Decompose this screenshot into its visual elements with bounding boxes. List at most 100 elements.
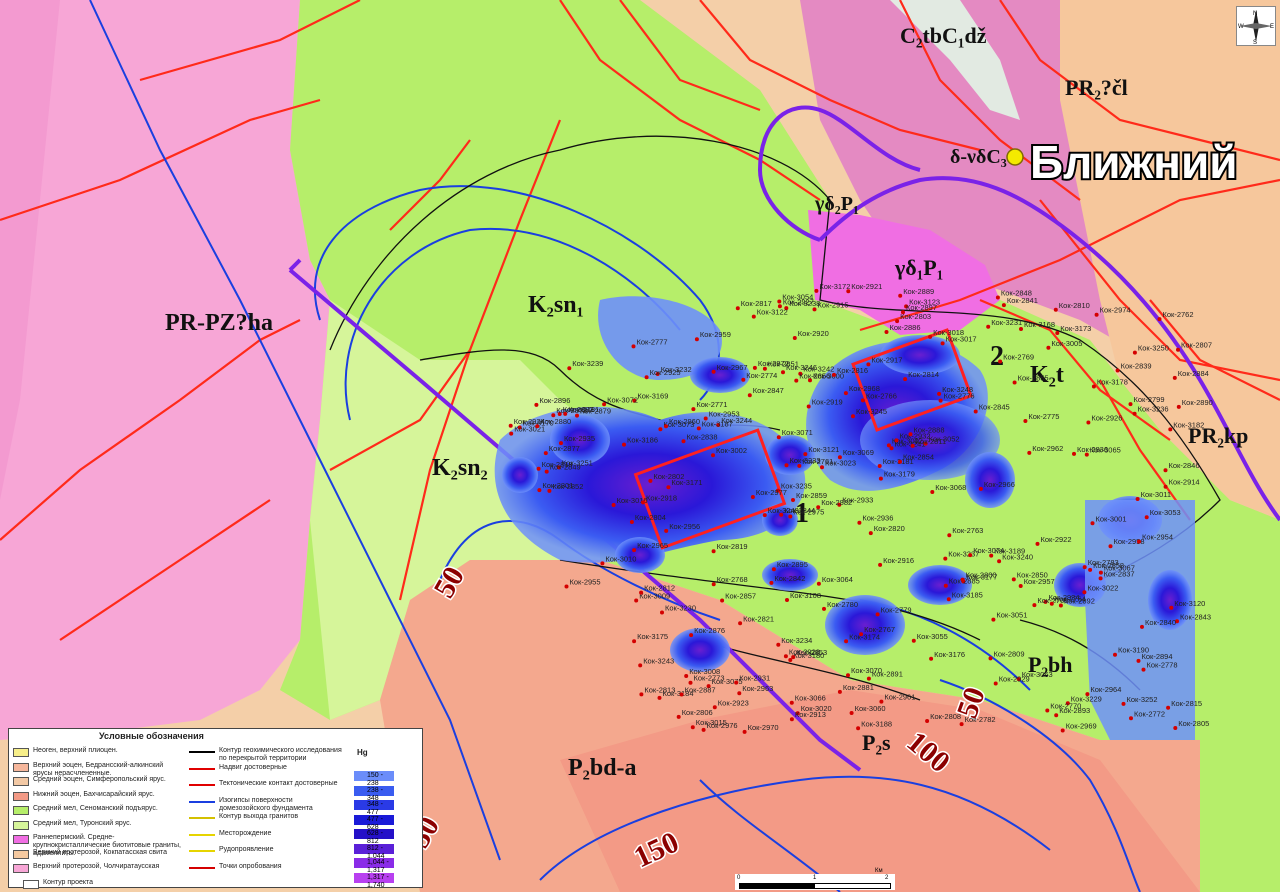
sample-point-label: Кок-2876 [694,626,725,635]
sample-point-icon [903,377,908,382]
sample-point-label: Кок-2778 [1147,661,1178,670]
sample-point-label: Кок-2887 [685,686,716,695]
legend-line-symbol [189,751,215,753]
legend-unit-text: Верхний протерозой, Чолчиратаусская [33,863,160,870]
legend-unit-item: Нижний эоцен, Бахчисарайский ярус. [13,791,183,801]
sample-point-label: Кок-3060 [855,704,886,713]
compass-w: W [1238,24,1244,30]
sample-point-label: Кок-3011 [1141,490,1171,499]
sample-point-label: Кок-2965 [637,541,668,550]
sample-point-label: Кок-3252 [1127,695,1158,704]
sample-point-icon [851,414,855,419]
label-k2sn1: K₂sn₁ [528,292,584,318]
sample-point-icon [632,639,637,644]
sample-point-icon [789,700,794,705]
compass: N S W E [1236,6,1276,46]
sample-point-label: Кок-2895 [777,560,808,569]
sample-point-label: Кок-2802 [653,472,684,481]
legend-swatch [13,849,29,859]
sample-point-icon [741,377,746,382]
sample-point-label: Кок-2763 [952,526,983,535]
sample-point-icon [995,295,1000,300]
legend-line-item: Тектонические контакт достоверные [189,780,344,788]
sample-point-label: Кок-3121 [808,445,839,454]
sample-point-label: Кок-2841 [1007,296,1038,305]
sample-point-icon [638,663,643,668]
sample-point-icon [641,500,645,505]
legend-unit-item: Средний мел, Сеноманский подъярус. [13,805,183,815]
sample-point-icon [849,711,854,715]
sample-point-icon [910,443,915,448]
sample-point-icon [860,398,865,403]
sample-point-icon [1032,603,1037,608]
legend-line-item: Контур выхода гранитов [189,813,344,821]
legend-unit-item: Верхний протерозой, Кокпатасская свита [13,849,183,859]
sample-point-icon [1082,565,1087,570]
legend-line-text: Точки опробования [219,862,282,870]
legend-swatch [13,806,29,815]
sample-point-icon [943,583,948,588]
sample-point-icon [1137,539,1141,544]
sample-point-icon [679,692,684,697]
sample-point-icon [1144,515,1149,520]
sample-point-label: Кок-2931 [739,674,770,683]
legend-line-symbol [189,850,215,852]
sample-point-label: Кок-2853 [796,648,827,657]
sample-point-icon [508,423,513,428]
sample-point-icon [814,288,819,293]
sample-point-label: Кок-2917 [871,355,902,364]
sample-point-icon [1176,347,1180,352]
sample-point-icon [734,680,739,685]
sample-point-icon [908,432,913,437]
legend-unit-text: Неоген, верхний плиоцен. [33,747,118,754]
sample-point-label: Кок-2837 [1104,569,1135,578]
sample-point-icon [1098,576,1103,581]
sample-point-label: Кок-2974 [1100,306,1131,315]
sample-point-icon [563,411,568,416]
sample-point-icon [1085,692,1090,697]
sample-point-label: Кок-2850 [1017,570,1048,579]
sample-point-label: Кок-2935 [564,434,595,443]
sample-point-icon [1113,652,1117,657]
sample-point-label: Кок-3173 [1060,324,1091,333]
sample-point-icon [660,610,664,615]
sample-point-label: Кок-3066 [795,694,826,703]
scale-tick-0: 0 [737,875,741,881]
legend-line-item: Точки опробования [189,863,344,871]
legend-line-item: Рудопроявление [189,846,344,854]
sample-point-icon [1086,420,1091,425]
legend-unit-text: Средний эоцен, Симферопольский ярус. [33,776,166,783]
sample-point-label: Кок-2962 [1032,444,1063,453]
legend-bottom-item: Контур проекта [23,879,93,889]
sample-point-label: Кок-2774 [746,371,777,380]
sample-point-label: Кок-2817 [741,299,772,308]
sample-point-icon [929,656,934,661]
sample-point-icon [543,451,548,456]
sample-point-icon [762,513,767,518]
legend-line-symbol [189,833,215,836]
sample-point-label: Кок-2777 [637,337,668,346]
sample-point-label: Кок-2936 [862,514,893,523]
sample-point-icon [634,598,639,603]
sample-point-icon [657,695,662,700]
sample-point-icon [1172,375,1177,380]
sample-point-label: Кок-3010 [605,554,636,563]
sample-point-label: Кок-3122 [757,308,788,317]
sample-point-label: Кок-2854 [903,453,934,462]
box-2-label: 2 [990,341,1004,372]
legend-swatch [13,791,29,801]
sample-point-icon [781,370,785,375]
sample-point-label: Кок-3172 [819,282,850,291]
sample-point-label: Кок-2888 [914,425,945,434]
sample-point-label: Кок-3002 [716,446,747,455]
sample-point-icon [611,503,616,507]
legend-swatch [13,820,29,830]
sample-point-label: Кок-2768 [717,575,748,584]
hg-range-text: 1,317 - 1,740 [367,873,389,889]
sample-point-label: Кок-2897 [906,303,937,312]
sample-point-icon [1163,484,1168,489]
sample-point-icon [711,582,716,587]
sample-point-icon [629,520,634,524]
sample-point-icon [875,612,880,617]
sample-point-label: Кок-2812 [644,584,675,593]
